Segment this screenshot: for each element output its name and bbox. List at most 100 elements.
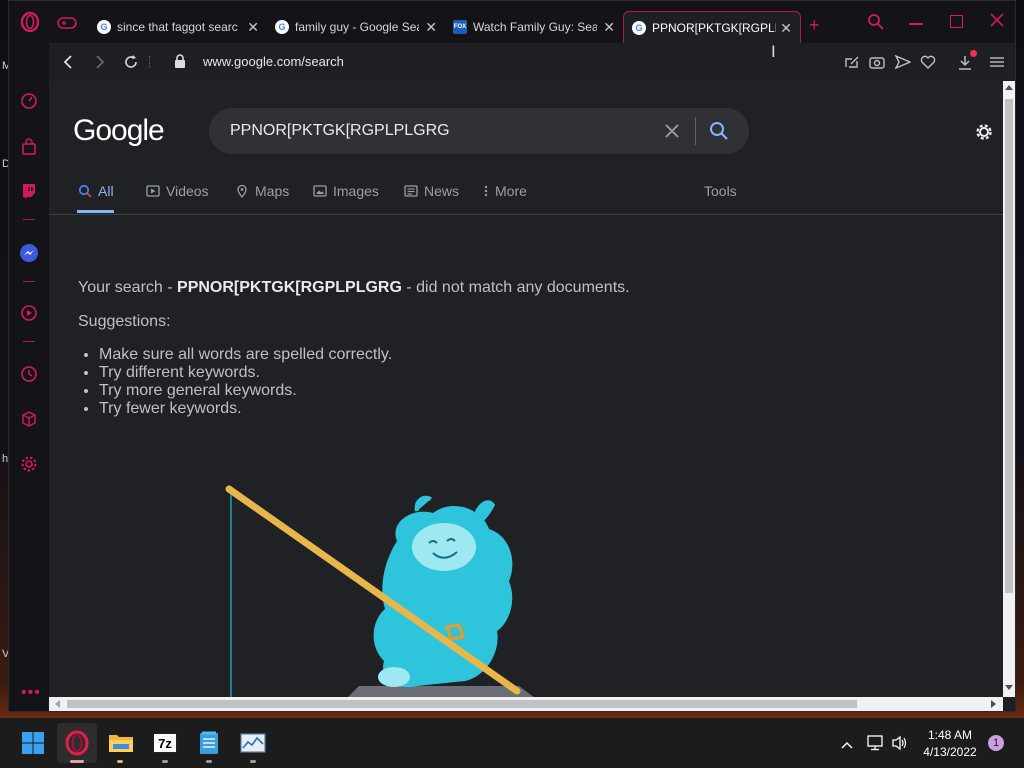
shopping-bag-icon[interactable] xyxy=(18,136,40,158)
active-tab-indicator xyxy=(77,210,114,213)
speed-dial-icon[interactable] xyxy=(18,90,40,112)
search-tabs-icon[interactable] xyxy=(867,13,885,36)
7zip-label: 7z xyxy=(153,733,177,753)
more-vert-icon xyxy=(484,185,488,197)
scroll-left-arrow[interactable] xyxy=(55,700,60,708)
search-icon xyxy=(78,184,92,198)
extensions-cube-icon[interactable] xyxy=(18,408,40,430)
downloads-icon[interactable] xyxy=(957,55,973,76)
history-clock-icon[interactable] xyxy=(18,363,40,385)
close-window-button[interactable] xyxy=(989,12,1005,33)
tab-maps[interactable]: Maps xyxy=(235,183,289,199)
sidebar-divider xyxy=(23,341,35,342)
opera-menu-icon[interactable] xyxy=(19,11,41,33)
clear-icon[interactable] xyxy=(664,123,680,144)
maximize-button[interactable] xyxy=(950,15,963,28)
notepad-icon[interactable] xyxy=(195,729,223,757)
url-field[interactable]: www.google.com/search xyxy=(203,54,344,69)
list-item: Try different keywords. xyxy=(99,364,392,382)
search-icon[interactable] xyxy=(709,121,729,146)
tab-watch-family-guy[interactable]: FOX Watch Family Guy: Seas ✕ xyxy=(445,11,623,43)
heart-bookmark-icon[interactable] xyxy=(920,55,936,74)
google-g-icon: G xyxy=(275,20,289,34)
tab-label: Images xyxy=(333,183,379,199)
address-bar: www.google.com/search xyxy=(49,43,1015,81)
tab-title: family guy - Google Sea xyxy=(295,20,419,34)
horizontal-scrollbar[interactable] xyxy=(49,697,1003,711)
vertical-scroll-thumb[interactable] xyxy=(1005,99,1013,593)
tab-all[interactable]: All xyxy=(78,183,114,199)
back-icon[interactable] xyxy=(61,54,75,75)
horizontal-scroll-thumb[interactable] xyxy=(67,700,857,708)
taskbar: 7z 1:48 AM 4/13/2022 1 xyxy=(0,718,1024,768)
download-badge xyxy=(970,50,977,57)
scroll-right-arrow[interactable] xyxy=(991,700,996,708)
close-tab-icon[interactable]: ✕ xyxy=(247,19,259,36)
notification-badge[interactable]: 1 xyxy=(988,735,1004,751)
task-manager-icon[interactable] xyxy=(239,729,267,757)
twitch-icon[interactable] xyxy=(18,180,40,202)
google-g-icon: G xyxy=(97,20,111,34)
easy-setup-menu-icon[interactable] xyxy=(989,55,1005,74)
new-tab-button[interactable]: + xyxy=(809,15,820,36)
settings-gear-icon[interactable] xyxy=(18,453,40,475)
more-sidebar-icon[interactable]: ••• xyxy=(21,684,41,702)
lock-icon[interactable] xyxy=(174,54,186,74)
tab-active-search[interactable]: G PPNOR[PKTGK[RGPLPLG ✕ xyxy=(623,11,801,43)
no-results-prefix: Your search - xyxy=(78,279,178,296)
browser-window: G since that faggot searc ✕ G family guy… xyxy=(8,0,1016,712)
opera-icon[interactable] xyxy=(63,729,91,757)
search-input[interactable]: PPNOR[PKTGK[RGPLPLGRG xyxy=(230,122,450,140)
vertical-scrollbar[interactable] xyxy=(1003,81,1015,697)
fox-icon: FOX xyxy=(453,20,467,34)
running-indicator xyxy=(206,760,212,763)
network-icon[interactable] xyxy=(867,735,885,756)
clock-time[interactable]: 1:48 AM xyxy=(918,728,982,742)
player-icon[interactable] xyxy=(18,302,40,324)
send-flow-icon[interactable] xyxy=(894,54,912,74)
running-indicator xyxy=(117,760,123,763)
settings-icon[interactable] xyxy=(973,121,995,148)
snapshot-camera-icon[interactable] xyxy=(869,55,885,74)
tools-button[interactable]: Tools xyxy=(704,183,737,199)
running-indicator xyxy=(250,760,256,763)
scroll-down-arrow[interactable] xyxy=(1005,685,1013,690)
7zip-icon[interactable]: 7z xyxy=(151,729,179,757)
no-results-message: Your search - PPNOR[PKTGK[RGPLPLGRG - di… xyxy=(78,279,630,297)
file-explorer-icon[interactable] xyxy=(107,729,135,757)
scroll-up-arrow[interactable] xyxy=(1005,85,1013,90)
opera-sidebar: ••• xyxy=(9,43,49,711)
page-content: Google PPNOR[PKTGK[RGPLPLGRG All Videos … xyxy=(49,81,1003,697)
windows-start-icon[interactable] xyxy=(19,729,47,757)
clock-date[interactable]: 4/13/2022 xyxy=(918,745,982,759)
tab-title: Watch Family Guy: Seas xyxy=(473,20,597,34)
tab-label: News xyxy=(424,183,460,199)
messenger-icon[interactable] xyxy=(18,242,40,264)
tab-label: All xyxy=(98,183,114,199)
tab-news[interactable]: News xyxy=(404,183,459,199)
chevron-up-icon[interactable] xyxy=(840,737,854,755)
tab-videos[interactable]: Videos xyxy=(146,183,209,199)
close-tab-icon[interactable]: ✕ xyxy=(780,20,792,37)
search-box[interactable]: PPNOR[PKTGK[RGPLPLGRG xyxy=(209,108,749,154)
tab-more[interactable]: More xyxy=(483,183,527,199)
close-tab-icon[interactable]: ✕ xyxy=(425,19,437,36)
tools-label: Tools xyxy=(704,183,737,199)
tab-since[interactable]: G since that faggot searc ✕ xyxy=(89,11,267,43)
reload-icon[interactable] xyxy=(123,54,139,75)
minimize-button[interactable] xyxy=(909,23,923,25)
volume-icon[interactable] xyxy=(891,735,909,756)
tab-images[interactable]: Images xyxy=(313,183,379,199)
forward-icon[interactable] xyxy=(93,54,107,75)
image-icon xyxy=(313,185,327,197)
tab-family-guy-search[interactable]: G family guy - Google Sea ✕ xyxy=(267,11,445,43)
google-logo[interactable]: Google xyxy=(73,114,165,148)
tab-label: Maps xyxy=(255,183,290,199)
close-tab-icon[interactable]: ✕ xyxy=(603,19,615,36)
list-item: Try more general keywords. xyxy=(99,382,392,400)
list-item: Try fewer keywords. xyxy=(99,400,392,418)
easy-setup-icon[interactable] xyxy=(844,55,860,74)
no-results-suffix: - did not match any documents. xyxy=(401,279,630,296)
suggestions-heading: Suggestions: xyxy=(78,313,171,330)
gamepad-icon[interactable] xyxy=(57,16,77,30)
